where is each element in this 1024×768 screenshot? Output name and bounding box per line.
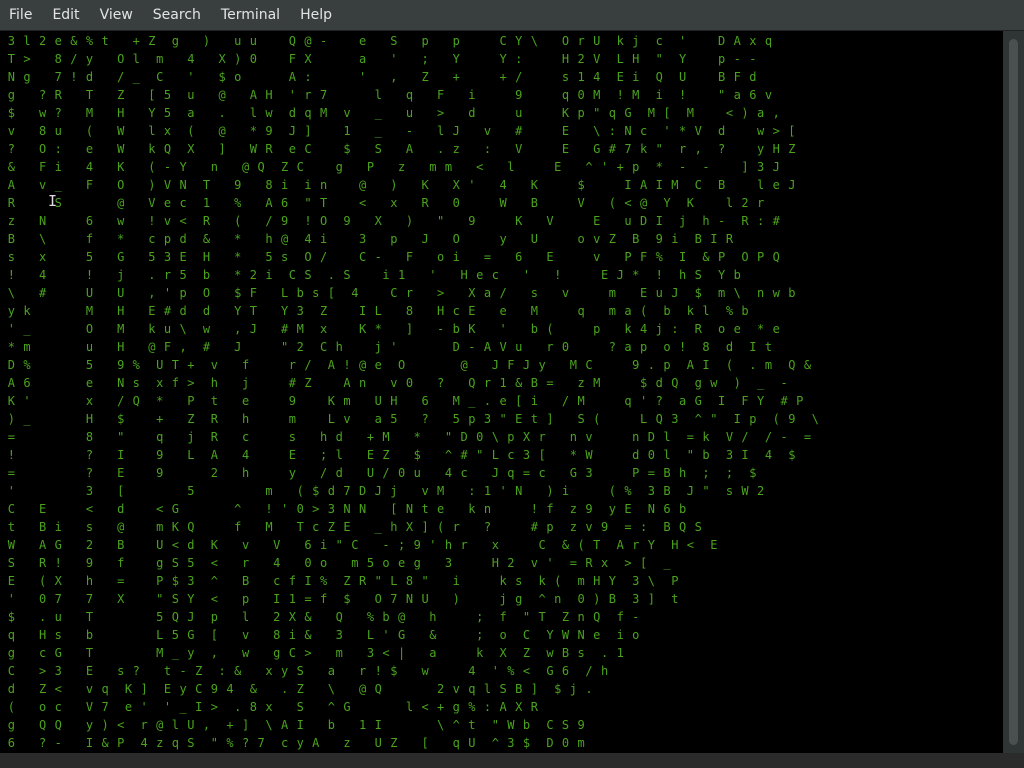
terminal-line: S R ! 9 f g S 5 < r 4 0 o m 5 o e g 3 H … <box>0 556 672 570</box>
terminal-line: & F i 4 K ( - Y n @ Q Z C g P z m m < l … <box>0 160 781 174</box>
terminal-line: \ # U U , ' p O $ F L b s [ 4 C r > X a … <box>0 286 797 300</box>
terminal-output-area[interactable]: 3 l 2 e & % t + Z g ) u u Q @ - e S p p … <box>0 31 1003 753</box>
terminal-line: z N 6 w ! v < R ( / 9 ! O 9 X ) " 9 K V … <box>0 214 781 228</box>
terminal-line: = 8 " q j R c s h d + M * " D 0 \ p X r … <box>0 430 812 444</box>
terminal-line: K ' x / Q * P t e 9 K m U H 6 M _ . e [ … <box>0 394 804 408</box>
matrix-rain-text: 3 l 2 e & % t + Z g ) u u Q @ - e S p p … <box>0 32 819 752</box>
terminal-line: W A G 2 B U < d K v V 6 i " C - ; 9 ' h … <box>0 538 719 552</box>
terminal-line: C E < d < G ^ ! ' 0 > 3 N N [ N t e k n … <box>0 502 687 516</box>
terminal-line: ! 4 ! j . r 5 b * 2 i C S . S i 1 ' H e … <box>0 268 742 282</box>
terminal-line: v 8 u ( W l x ( @ * 9 J ] 1 _ - l J v # … <box>0 124 797 138</box>
terminal-line: s x 5 G 5 3 E H * 5 s O / C - F o i = 6 … <box>0 250 781 264</box>
terminal-line: R S @ V e c 1 % A 6 " T < x R 0 W B V ( … <box>0 196 765 210</box>
terminal-line: $ . u T 5 Q J p l 2 X & Q % b @ h ; f " … <box>0 610 640 624</box>
vertical-scrollbar[interactable] <box>1003 31 1024 753</box>
scrollbar-thumb[interactable] <box>1009 39 1018 745</box>
terminal-line: t B i s @ m K Q f M T c Z E _ h X ] ( r … <box>0 520 703 534</box>
terminal-line: N g 7 ! d / _ C ' $ o A : ' , Z + + / s … <box>0 70 758 84</box>
terminal-line: g Q Q y ) < r @ l U , + ] \ A I b 1 I \ … <box>0 718 586 732</box>
terminal-line: $ w ? M H Y 5 a . l w d q M v _ u > d u … <box>0 106 781 120</box>
terminal-line: q H s b L 5 G [ v 8 i & 3 L ' G & ; o C … <box>0 628 640 642</box>
terminal-line: ' 0 7 7 X " S Y < p I 1 = f $ O 7 N U ) … <box>0 592 679 606</box>
terminal-line: C > 3 E s ? t - Z : & x y S a r ! $ w 4 … <box>0 664 609 678</box>
terminal-line: g c G T M _ y , w g C > m 3 < | a k X Z … <box>0 646 625 660</box>
terminal-line: ! ? I 9 L A 4 E ; l E Z $ ^ # " L c 3 [ … <box>0 448 797 462</box>
terminal-line: B \ f * c p d & * h @ 4 i 3 p J O y U o … <box>0 232 734 246</box>
terminal-line: g ? R T Z [ 5 u @ A H ' r 7 l q F i 9 q … <box>0 88 773 102</box>
terminal-line: ? O : e W k Q X ] W R e C $ S A . z : V … <box>0 142 797 156</box>
menu-file[interactable]: File <box>0 0 42 30</box>
menu-edit[interactable]: Edit <box>42 0 89 30</box>
terminal-line: D % 5 9 % U T + v f r / A ! @ e O @ J F … <box>0 358 812 372</box>
menu-terminal[interactable]: Terminal <box>211 0 290 30</box>
terminal-line: * m u H @ F , # J " 2 C h j ' D - A V u … <box>0 340 773 354</box>
terminal-line: ) _ H $ + Z R h m L v a 5 ? 5 p 3 " E t … <box>0 412 820 426</box>
menu-view[interactable]: View <box>90 0 143 30</box>
terminal-line: ' _ O M k u \ w , J # M x K * ] - b K ' … <box>0 322 781 336</box>
terminal-line: y k M H E # d d Y T Y 3 Z I L 8 H c E e … <box>0 304 750 318</box>
terminal-line: ( o c V 7 e ' ' _ I > . 8 x S ^ G l < + … <box>0 700 539 714</box>
menu-help[interactable]: Help <box>290 0 342 30</box>
menu-bar: File Edit View Search Terminal Help <box>0 0 1024 31</box>
window-bottom-edge <box>0 753 1024 768</box>
mouse-ibeam-cursor-icon: I <box>48 192 58 210</box>
terminal-line: d Z < v q K ] E y C 9 4 & . Z \ @ Q 2 v … <box>0 682 594 696</box>
terminal-line: = ? E 9 2 h y / d U / 0 u 4 c J q = c G … <box>0 466 758 480</box>
terminal-line: E ( X h = P $ 3 ^ B c f I % Z R " L 8 " … <box>0 574 679 588</box>
terminal-line: A 6 e N s x f > h j # Z A n v 0 ? Q r 1 … <box>0 376 789 390</box>
terminal-line: 6 ? - I & P 4 z q S " % ? 7 c y A z U Z … <box>0 736 586 750</box>
terminal-line: T > 8 / y O l m 4 X ) 0 F X a ' ; Y Y : … <box>0 52 758 66</box>
terminal-line: A v _ F O ) V N T 9 8 i i n @ ) K X ' 4 … <box>0 178 797 192</box>
menu-search[interactable]: Search <box>143 0 211 30</box>
terminal-line: 3 l 2 e & % t + Z g ) u u Q @ - e S p p … <box>0 34 773 48</box>
terminal-line: ' 3 [ 5 m ( $ d 7 D J j v M : 1 ' N ) i … <box>0 484 765 498</box>
